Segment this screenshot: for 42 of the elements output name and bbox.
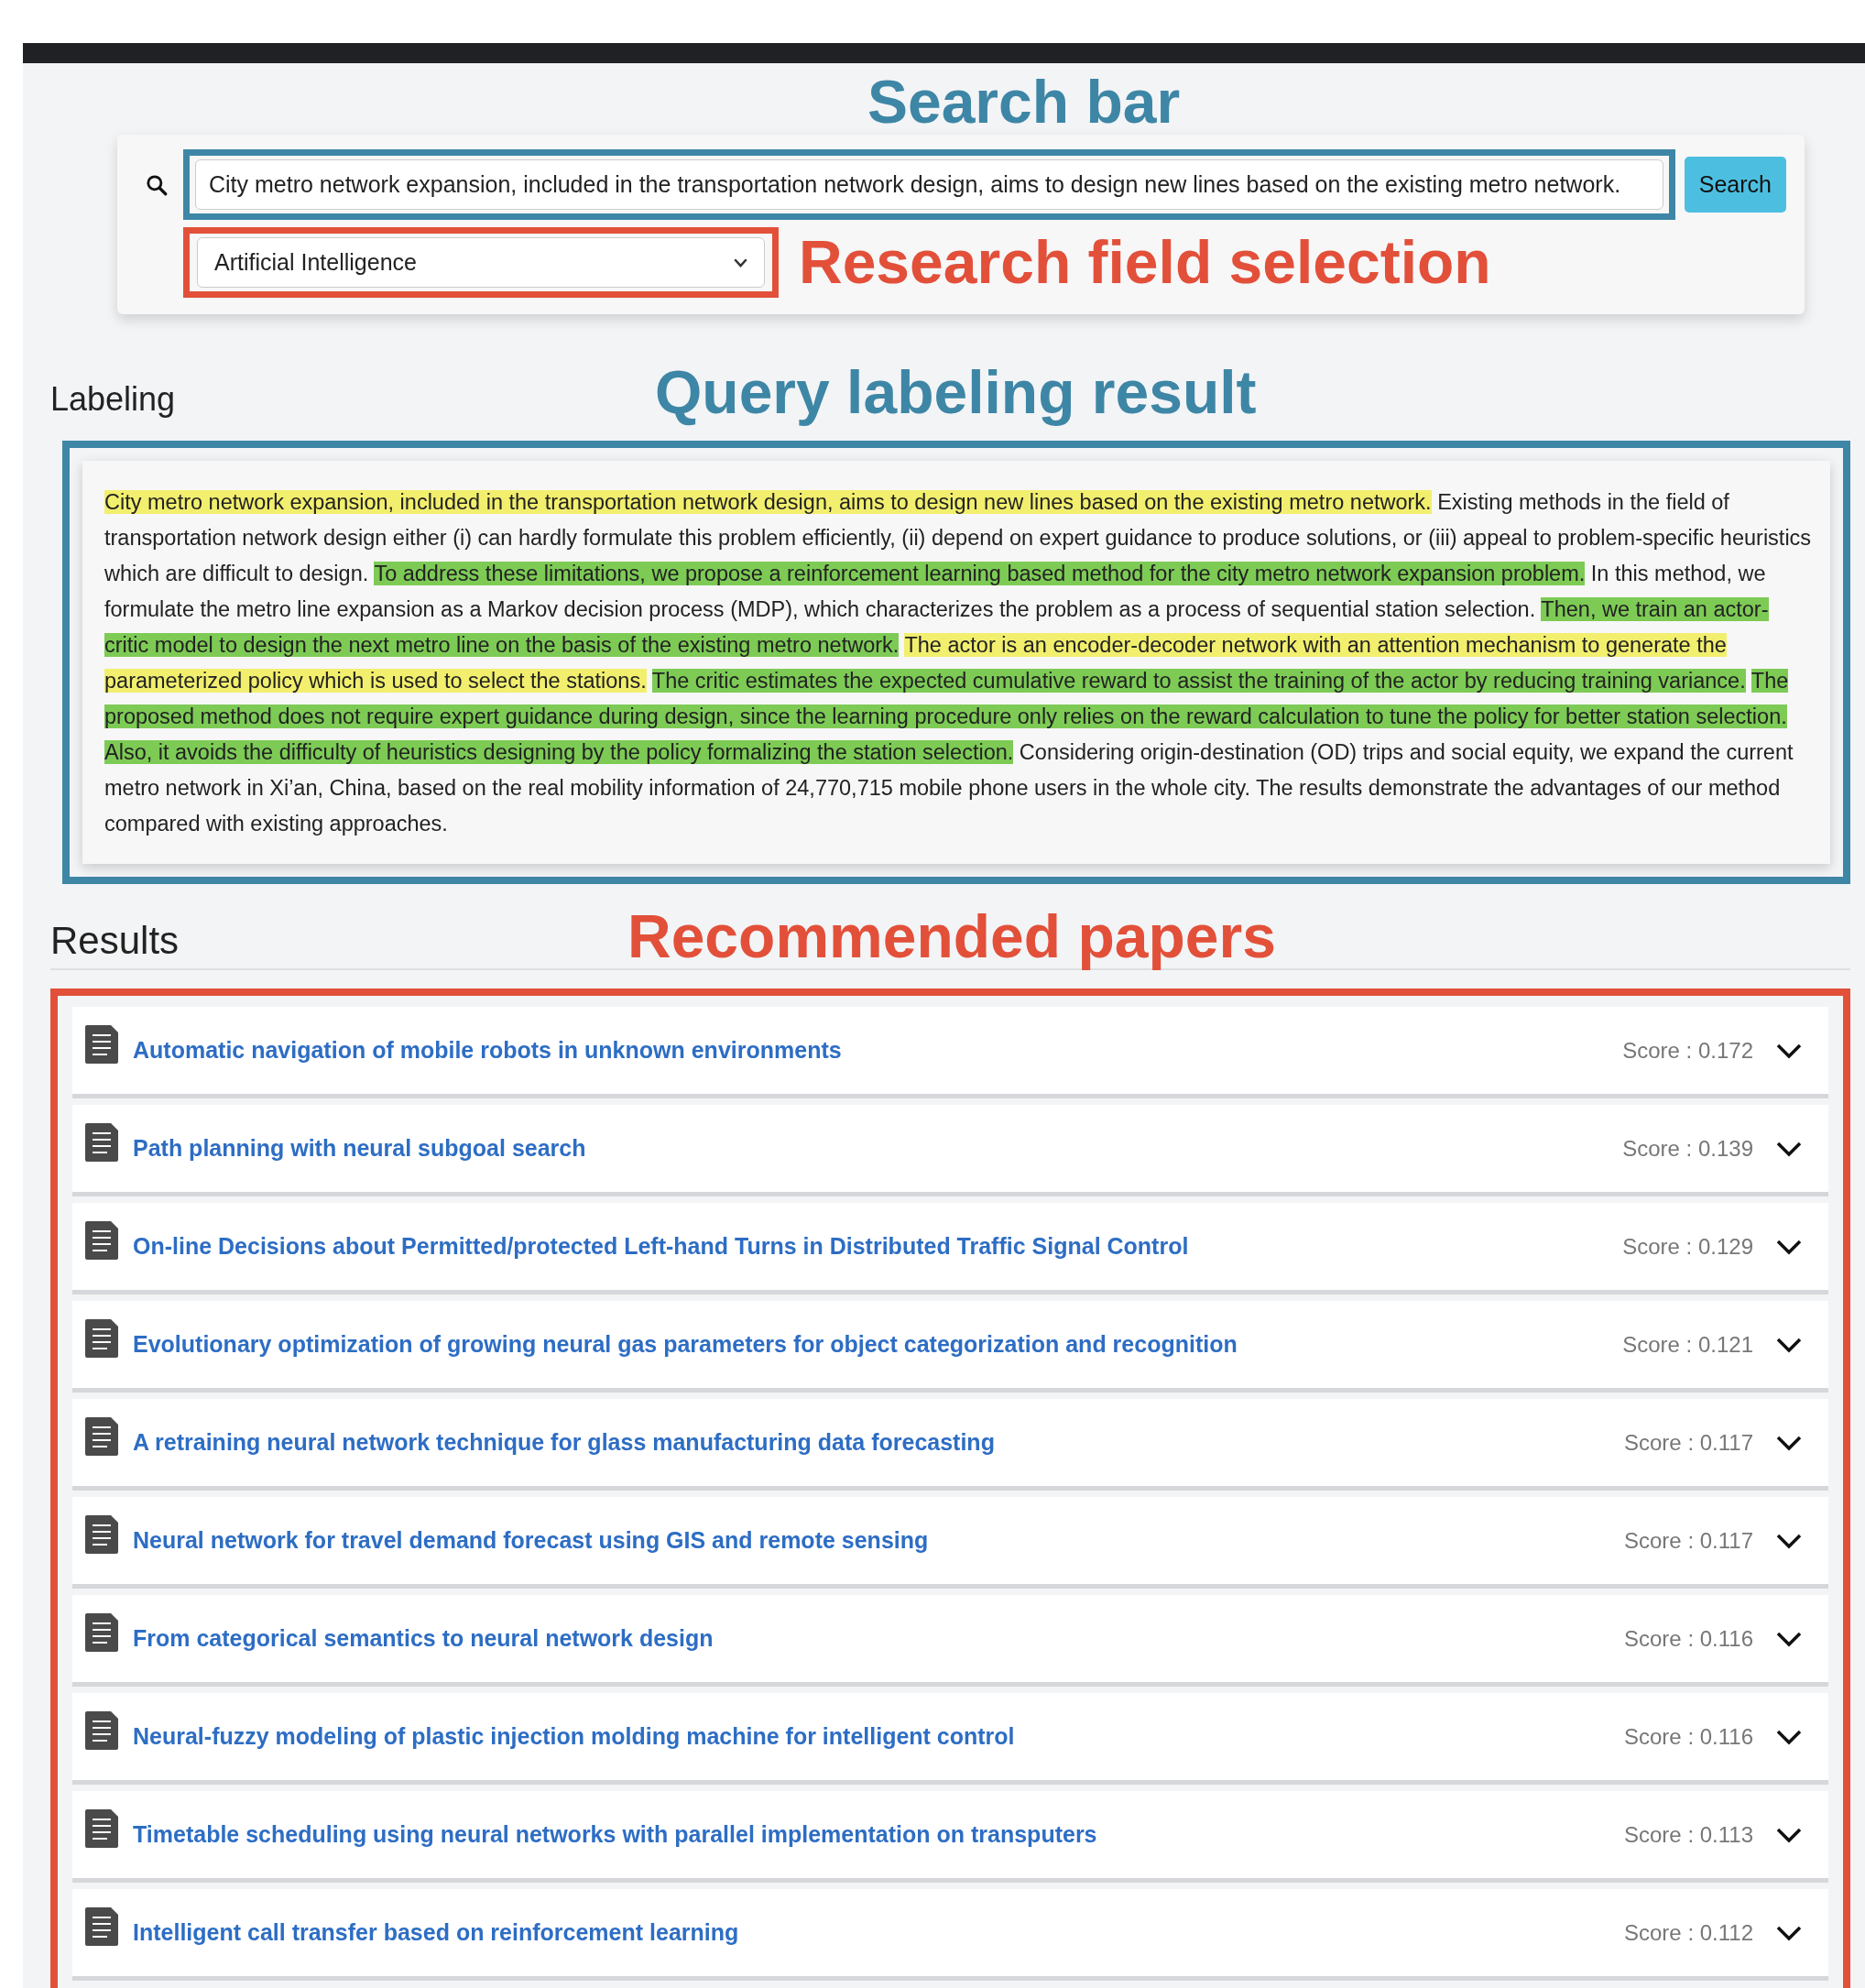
paper-score: Score : 0.117 [1624,1429,1753,1456]
annotation-label: Search bar [867,71,1181,135]
field-select[interactable]: Artificial Intelligence [197,237,765,288]
paper-score: Score : 0.139 [1622,1135,1753,1162]
document-icon [83,1316,120,1360]
paper-title-link[interactable]: Intelligent call transfer based on reinforcement learning [133,1919,1624,1946]
paper-title-link[interactable]: On-line Decisions about Permitted/protected Left-hand Turns in Distributed Traffic Signal Control [133,1233,1623,1260]
paper-score: Score : 0.129 [1622,1233,1753,1260]
document-icon [83,1415,120,1458]
paper-title-link[interactable]: Neural-fuzzy modeling of plastic injection molding machine for intelligent control [133,1723,1624,1750]
document-icon [83,1611,120,1654]
annotation-label: Research field selection [799,230,1491,295]
paper-score: Score : 0.112 [1624,1919,1753,1946]
document-icon [83,1513,120,1556]
paper-score: Score : 0.113 [1624,1821,1753,1848]
paper-title-link[interactable]: Timetable scheduling using neural networks with parallel implementation on transputers [133,1821,1624,1848]
document-icon [83,1709,120,1752]
chevron-down-icon [734,257,747,268]
paper-score: Score : 0.121 [1622,1331,1753,1358]
annotation-label: Query labeling result [655,360,1257,424]
search-button[interactable]: Search [1684,157,1786,213]
paper-title-link[interactable]: A retraining neural network technique for glass manufacturing data forecasting [133,1429,1624,1456]
search-field[interactable]: City metro network expansion, included in the transportation network design, aims to design new lines based on the existing metro network. [195,159,1663,210]
document-icon [83,1905,120,1948]
labeled-abstract: City metro network expansion, included in the transportation network design, aims to design new lines based on the existing metro network. Existing methods in the field of transportation network design either (i) can hardly formulate this problem efficiently, (ii) depend on expert guidance to produce solutions, or (iii) appeal to problem-specific heuristics which are difficult to design. To address these limitations, we propose a reinforcement learning based method for the city metro network expansion problem. In this method, we formulate the metro line expansion as a Markov decision process (MDP), which characterizes the problem as a process of sequential station selection. Then, we train an actor-critic model to design the next metro line on the basis of the existing metro network. The actor is an encoder-decoder network with an attention mechanism to generate the parameterized policy which is used to select the stations. The critic estimates the expected cumulative reward to assist the training of the actor by reducing training variance. The proposed method does not require expert guidance during design, since the learning procedure only relies on the reward calculation to tune the policy for better station selection. Also, it avoids the difficulty of heuristics designing by the policy formalizing the station selection. Considering origin-destination (OD) trips and social equity, we expand the current metro network in Xi’an, China, based on the real mobility information of 24,770,715 mobile phone users in the whole city. The results demonstrate the advantages of our method compared with existing approaches. [104,489,1812,837]
paper-title-link[interactable]: Neural network for travel demand forecast using GIS and remote sensing [133,1527,1624,1554]
section-heading: Labeling [50,380,177,420]
search-icon [145,172,169,197]
document-icon [83,1120,120,1163]
paper-title-link[interactable]: Evolutionary optimization of growing neural gas parameters for object categorization and recognition [133,1331,1623,1358]
section-heading: Results [50,919,180,964]
document-icon [83,1022,120,1065]
document-icon [83,1218,120,1262]
paper-score: Score : 0.116 [1624,1723,1753,1750]
paper-score: Score : 0.117 [1624,1527,1753,1554]
paper-score: Score : 0.172 [1622,1037,1753,1064]
paper-title-link[interactable]: Path planning with neural subgoal search [133,1135,1623,1162]
paper-score: Score : 0.116 [1624,1625,1753,1652]
annotation-label: Recommended papers [627,904,1276,968]
document-icon [83,1807,120,1850]
paper-title-link[interactable]: From categorical semantics to neural network design [133,1625,1624,1652]
paper-title-link[interactable]: Automatic navigation of mobile robots in unknown environments [133,1037,1623,1064]
